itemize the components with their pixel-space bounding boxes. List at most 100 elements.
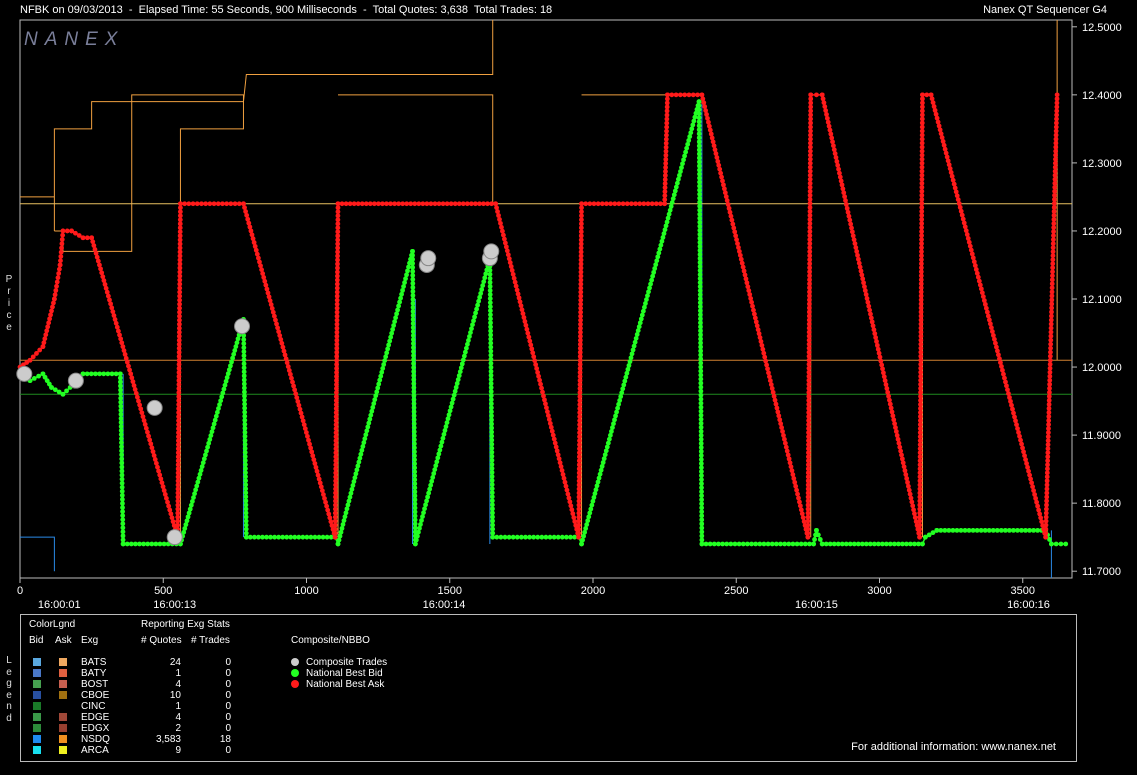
ask-point: [58, 258, 63, 264]
y-tick-label: 12.4000: [1082, 90, 1122, 102]
trade-point: [16, 365, 33, 382]
ask-point: [182, 201, 188, 207]
legend-col-quotes: # Quotes: [141, 635, 182, 646]
ask-point: [228, 201, 234, 207]
bid-point: [64, 388, 69, 394]
legend-bid-swatch: [33, 658, 41, 666]
ask-point: [186, 201, 192, 207]
y-tick-label: 11.9000: [1082, 430, 1121, 442]
legend-exg-cell: ARCA: [81, 745, 109, 756]
bid-point: [1049, 541, 1054, 547]
ask-point: [608, 201, 614, 207]
bid-point: [703, 541, 709, 547]
legend-exg-cell: CINC: [81, 701, 106, 712]
ask-point: [682, 92, 688, 98]
ask-point: [53, 288, 59, 293]
ask-point: [591, 201, 597, 207]
price-chart[interactable]: NANEX 12.5000 12.4000 12.3000 12.2000 12.100…: [0, 0, 1137, 612]
ask-point: [80, 235, 86, 241]
bid-point: [149, 541, 155, 547]
bid-point: [494, 534, 500, 540]
ask-point: [207, 201, 213, 207]
ask-point: [236, 201, 242, 207]
ask-point: [808, 92, 814, 98]
ask-point: [616, 201, 622, 207]
ask-point: [658, 201, 663, 207]
ask-point: [60, 232, 66, 238]
ask-point: [633, 201, 638, 207]
legend-exg-cell: CBOE: [81, 690, 110, 701]
ask-point: [686, 92, 692, 98]
y-tick-label: 11.8000: [1082, 498, 1121, 510]
ask-point: [583, 201, 589, 207]
x-tick-label: 500: [154, 585, 172, 597]
bid-point: [153, 541, 159, 547]
bid-point: [523, 534, 528, 540]
ask-point: [45, 324, 51, 330]
ask-point: [59, 237, 65, 242]
bid-point: [761, 541, 767, 547]
ask-point: [59, 245, 64, 251]
bid-point: [559, 534, 565, 540]
y-tick-label: 12.2000: [1082, 226, 1122, 238]
legend-col-exg: Exg: [81, 635, 99, 646]
legend-trades-cell: 0: [225, 657, 231, 668]
trade-point: [483, 243, 500, 260]
ask-point: [60, 228, 66, 234]
ask-point: [624, 201, 630, 207]
bid-point: [711, 541, 717, 547]
legend-ask-swatch: [59, 713, 67, 721]
legend-composite-label: Composite Trades: [306, 657, 388, 668]
x-tick-label: 3000: [867, 585, 891, 597]
ask-point: [44, 328, 50, 334]
footer-link-note[interactable]: For additional information: www.nanex.ne…: [851, 741, 1056, 753]
bid-point: [568, 534, 573, 540]
bid-point: [36, 373, 42, 379]
x-tick-label: 2000: [581, 585, 605, 597]
legend-col-trades: # Trades: [191, 635, 230, 646]
legend-exg-cell: EDGE: [81, 712, 110, 723]
x-tick-label: 1000: [294, 585, 318, 597]
x-time-label: 16:00:14: [423, 599, 466, 611]
ask-point: [203, 201, 209, 207]
ask-point: [48, 312, 53, 318]
ask-point: [1054, 92, 1060, 98]
bid-point: [161, 541, 167, 547]
legend-stats-title: Reporting Exg Stats: [141, 619, 230, 630]
ask-point: [920, 92, 925, 98]
bid-point: [547, 534, 553, 540]
bid-point: [531, 534, 537, 540]
legend-ask-swatch: [59, 746, 67, 754]
ask-point: [579, 201, 584, 207]
bid-point: [1053, 541, 1059, 547]
x-time-label: 16:00:15: [795, 599, 838, 611]
bid-point: [794, 541, 800, 547]
bid-point: [802, 541, 808, 547]
legend-trades-cell: 18: [219, 734, 231, 745]
ask-point: [84, 235, 90, 241]
legend-ask-swatch: [59, 669, 67, 677]
bid-point: [543, 534, 549, 540]
legend-composite-dot: [291, 658, 299, 666]
ask-point: [645, 201, 651, 207]
ask-point: [43, 332, 49, 338]
bid-point: [807, 541, 812, 547]
legend-ask-swatch: [59, 735, 67, 743]
bid-point: [736, 541, 742, 547]
bid-point: [109, 371, 115, 377]
bid-point: [1063, 541, 1069, 547]
ask-point: [58, 254, 64, 259]
bid-point: [510, 534, 516, 540]
ask-point: [215, 201, 221, 207]
trade-point: [420, 250, 437, 267]
legend-bid-swatch: [33, 702, 41, 710]
legend-panel: ColorLgnd Bid Ask Exg Reporting Exg Stat…: [20, 614, 1077, 762]
bid-point: [707, 541, 713, 547]
legend-exg-cell: BATY: [81, 668, 107, 679]
bid-point: [124, 541, 130, 547]
bid-point: [773, 541, 779, 547]
bid-point: [84, 371, 90, 377]
legend-bid-swatch: [33, 713, 41, 721]
bid-point: [145, 541, 151, 547]
legend-side-label: Legend: [6, 655, 12, 724]
